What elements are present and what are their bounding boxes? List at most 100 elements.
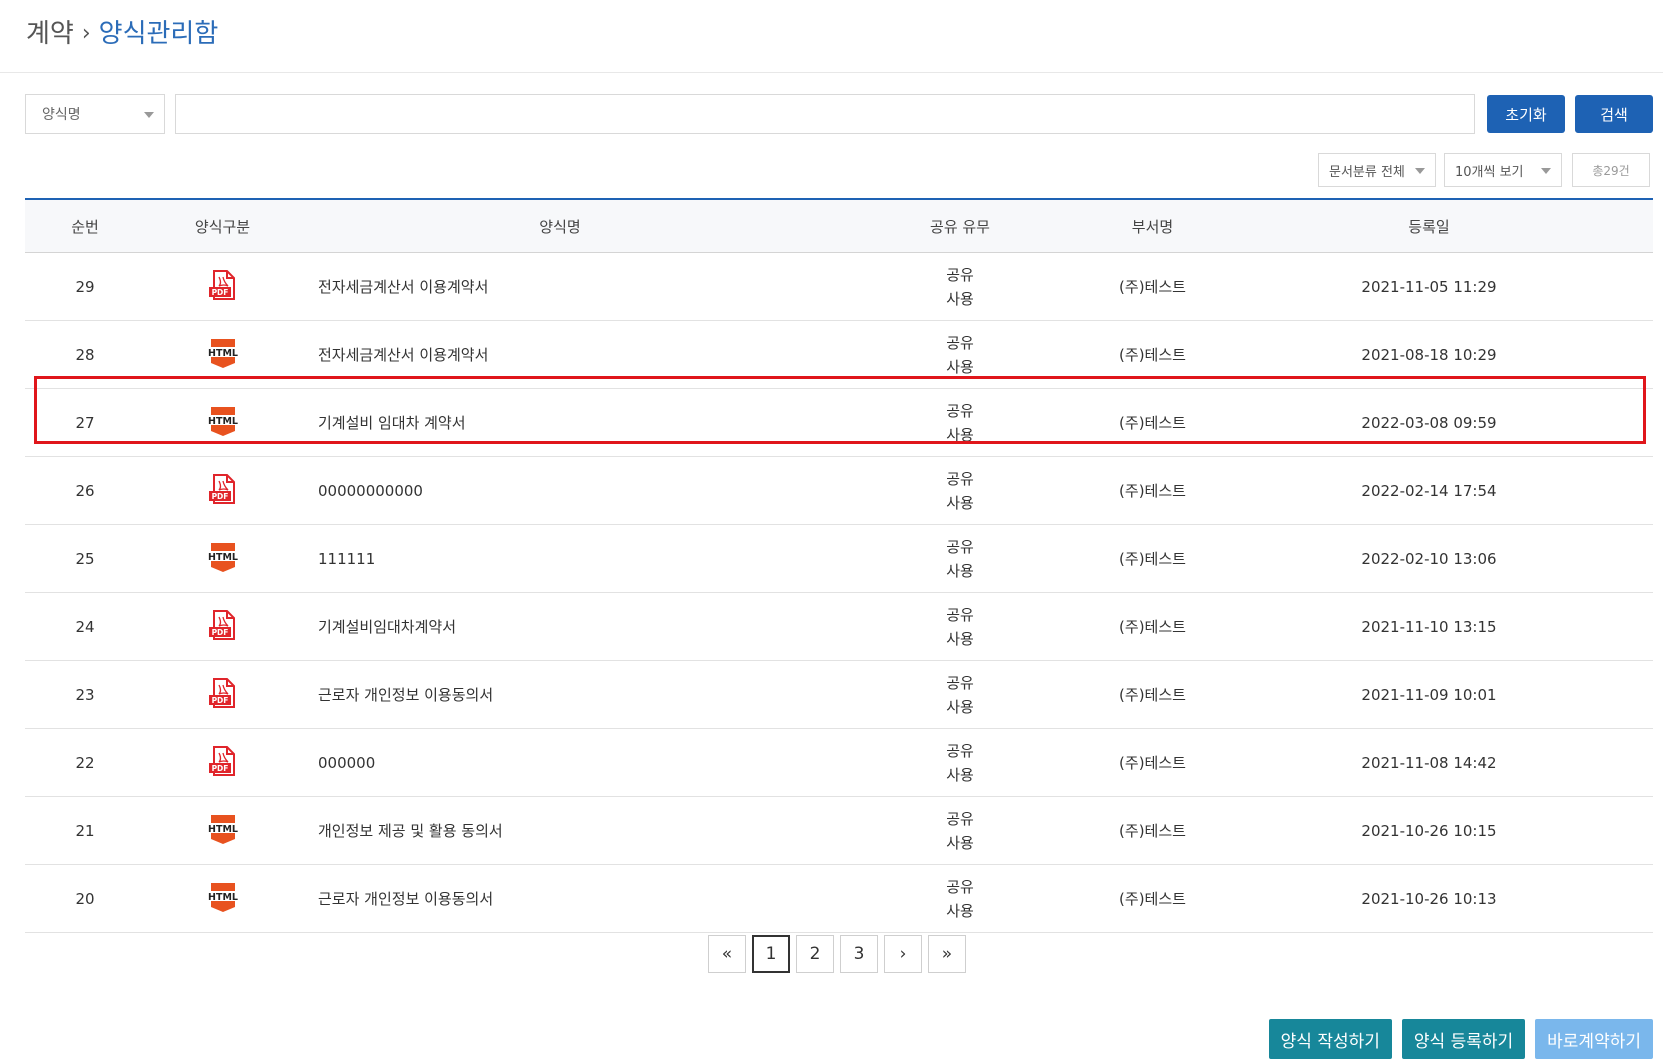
- share-status: 공유: [946, 469, 974, 488]
- action-buttons: 양식 작성하기 양식 등록하기 바로계약하기: [1259, 1019, 1653, 1059]
- form-table: 순번 양식구분 양식명 공유 유무 부서명 등록일 29 PDF 전자세금계산서 이…: [25, 198, 1653, 933]
- cell-dept: (주)테스트: [1100, 592, 1205, 661]
- last-page-button[interactable]: »: [928, 935, 966, 973]
- cell-date: 2022-02-14 17:54: [1205, 456, 1653, 525]
- use-status: 사용: [946, 765, 974, 784]
- use-status: 사용: [946, 357, 974, 376]
- table-row[interactable]: 20 HTML 근로자 개인정보 이용동의서 공유 사용 (주)테스트 2021-10-26…: [25, 864, 1653, 933]
- table-row[interactable]: 27 HTML 기계설비 임대차 계약서 공유 사용 (주)테스트 2022-03-08 0…: [25, 388, 1653, 457]
- table-row[interactable]: 29 PDF 전자세금계산서 이용계약서 공유 사용 (주)테스트 2021-11-05 1…: [25, 252, 1653, 321]
- svg-text:PDF: PDF: [211, 764, 228, 773]
- cell-form-name[interactable]: 전자세금계산서 이용계약서: [300, 252, 820, 321]
- table-row[interactable]: 25 HTML 111111 공유 사용 (주)테스트 2022-02-10 13:06: [25, 524, 1653, 593]
- cell-date: 2021-11-05 11:29: [1205, 252, 1653, 321]
- cell-form-name[interactable]: 000000: [300, 728, 820, 797]
- next-page-button[interactable]: ›: [884, 935, 922, 973]
- cell-type: PDF: [145, 728, 300, 797]
- reset-button[interactable]: 초기화: [1487, 95, 1565, 133]
- write-form-button[interactable]: 양식 작성하기: [1268, 1019, 1392, 1059]
- cell-form-name[interactable]: 전자세금계산서 이용계약서: [300, 320, 820, 389]
- cell-form-name[interactable]: 기계설비임대차계약서: [300, 592, 820, 661]
- table-row[interactable]: 22 PDF 000000 공유 사용 (주)테스트 2021-11-08 14:42: [25, 728, 1653, 797]
- search-input[interactable]: [175, 94, 1475, 134]
- cell-no: 20: [25, 864, 145, 933]
- svg-text:HTML: HTML: [208, 824, 238, 835]
- cell-type: PDF: [145, 252, 300, 321]
- html-file-icon: HTML: [205, 541, 241, 577]
- table-row[interactable]: 26 PDF 00000000000 공유 사용 (주)테스트 2022-02-14 17:…: [25, 456, 1653, 525]
- cell-date: 2021-11-09 10:01: [1205, 660, 1653, 729]
- cell-form-name[interactable]: 기계설비 임대차 계약서: [300, 388, 820, 457]
- col-header-name: 양식명: [300, 198, 820, 253]
- cell-no: 28: [25, 320, 145, 389]
- page-button-2[interactable]: 2: [796, 935, 834, 973]
- svg-text:HTML: HTML: [208, 552, 238, 563]
- direct-contract-button[interactable]: 바로계약하기: [1535, 1019, 1653, 1059]
- cell-share: 공유 사용: [820, 388, 1100, 457]
- register-form-button[interactable]: 양식 등록하기: [1401, 1019, 1526, 1059]
- search-field-select[interactable]: 양식명: [25, 94, 165, 134]
- share-status: 공유: [946, 401, 974, 420]
- breadcrumb: 계약 › 양식관리함: [26, 14, 218, 54]
- cell-type: HTML: [145, 388, 300, 457]
- pdf-file-icon: PDF: [207, 269, 239, 305]
- search-bar: 양식명 초기화 검색: [25, 94, 1653, 134]
- cell-share: 공유 사용: [820, 524, 1100, 593]
- cell-type: HTML: [145, 320, 300, 389]
- page-button-3[interactable]: 3: [840, 935, 878, 973]
- cell-type: PDF: [145, 592, 300, 661]
- cell-share: 공유 사용: [820, 456, 1100, 525]
- cell-form-name[interactable]: 00000000000: [300, 456, 820, 525]
- share-status: 공유: [946, 741, 974, 760]
- cell-share: 공유 사용: [820, 592, 1100, 661]
- table-row[interactable]: 24 PDF 기계설비임대차계약서 공유 사용 (주)테스트 2021-11-10 13:1…: [25, 592, 1653, 661]
- table-row[interactable]: 21 HTML 개인정보 제공 및 활용 동의서 공유 사용 (주)테스트 2021-10-…: [25, 796, 1653, 865]
- html-file-icon: HTML: [205, 405, 241, 441]
- cell-dept: (주)테스트: [1100, 864, 1205, 933]
- svg-text:PDF: PDF: [211, 696, 228, 705]
- cell-dept: (주)테스트: [1100, 320, 1205, 389]
- table-row[interactable]: 28 HTML 전자세금계산서 이용계약서 공유 사용 (주)테스트 2021-08-18 …: [25, 320, 1653, 389]
- filter-bar: 문서분류 전체 10개씩 보기 총29건: [0, 153, 1663, 187]
- cell-date: 2021-11-08 14:42: [1205, 728, 1653, 797]
- cell-form-name[interactable]: 근로자 개인정보 이용동의서: [300, 864, 820, 933]
- breadcrumb-separator: ›: [81, 21, 91, 46]
- pdf-file-icon: PDF: [207, 609, 239, 645]
- search-button[interactable]: 검색: [1575, 95, 1653, 133]
- cell-dept: (주)테스트: [1100, 456, 1205, 525]
- cell-form-name[interactable]: 111111: [300, 524, 820, 593]
- html-file-icon: HTML: [205, 881, 241, 917]
- cell-share: 공유 사용: [820, 796, 1100, 865]
- page-title: 양식관리함: [98, 19, 219, 49]
- use-status: 사용: [946, 629, 974, 648]
- col-header-date: 등록일: [1205, 198, 1653, 253]
- cell-dept: (주)테스트: [1100, 524, 1205, 593]
- page-button-1[interactable]: 1: [752, 935, 790, 973]
- col-header-no: 순번: [25, 198, 145, 253]
- cell-type: PDF: [145, 660, 300, 729]
- category-select[interactable]: 문서분류 전체: [1318, 153, 1436, 187]
- share-status: 공유: [946, 537, 974, 556]
- breadcrumb-parent[interactable]: 계약: [26, 14, 74, 54]
- page-size-select[interactable]: 10개씩 보기: [1444, 153, 1562, 187]
- share-status: 공유: [946, 809, 974, 828]
- cell-date: 2021-10-26 10:13: [1205, 864, 1653, 933]
- cell-form-name[interactable]: 근로자 개인정보 이용동의서: [300, 660, 820, 729]
- cell-no: 24: [25, 592, 145, 661]
- html-file-icon: HTML: [205, 813, 241, 849]
- pdf-file-icon: PDF: [207, 745, 239, 781]
- cell-no: 26: [25, 456, 145, 525]
- cell-type: HTML: [145, 796, 300, 865]
- cell-form-name[interactable]: 개인정보 제공 및 활용 동의서: [300, 796, 820, 865]
- cell-dept: (주)테스트: [1100, 252, 1205, 321]
- pdf-file-icon: PDF: [207, 473, 239, 509]
- share-status: 공유: [946, 333, 974, 352]
- first-page-button[interactable]: «: [708, 935, 746, 973]
- use-status: 사용: [946, 901, 974, 920]
- search-field-value: 양식명: [42, 107, 81, 123]
- table-row[interactable]: 23 PDF 근로자 개인정보 이용동의서 공유 사용 (주)테스트 2021-11-09 …: [25, 660, 1653, 729]
- cell-no: 29: [25, 252, 145, 321]
- col-header-dept: 부서명: [1100, 198, 1205, 253]
- cell-share: 공유사용: [820, 320, 1100, 389]
- chevron-down-icon: [1415, 168, 1425, 174]
